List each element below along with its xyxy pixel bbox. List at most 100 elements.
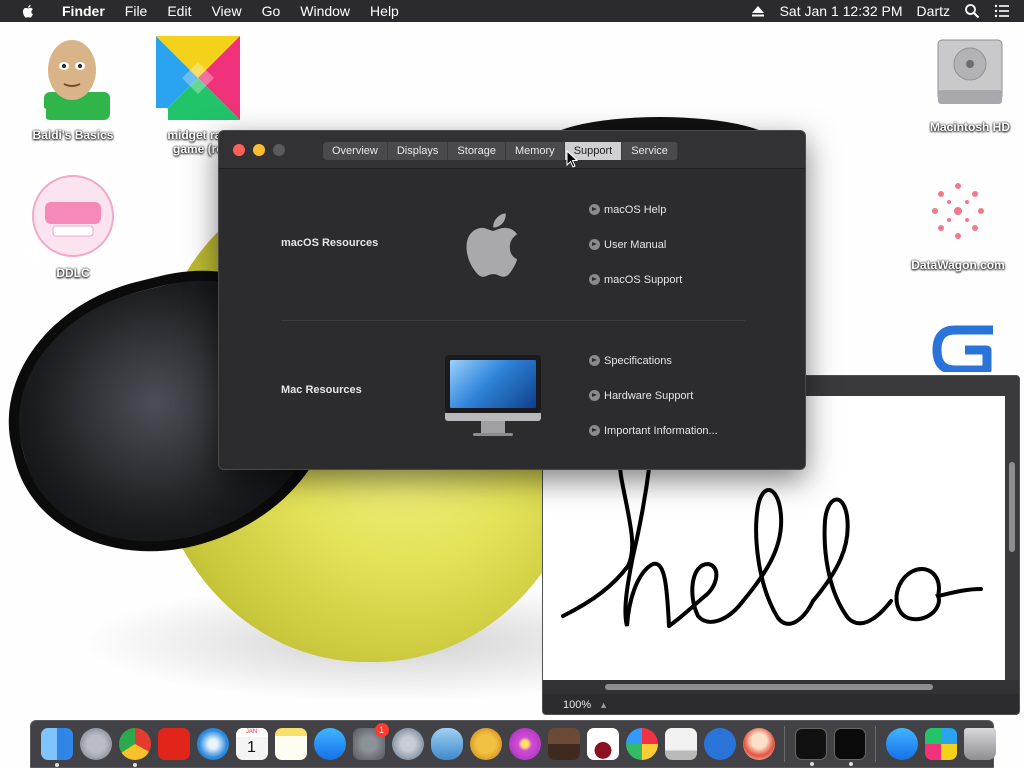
menu-window[interactable]: Window — [290, 3, 360, 19]
apple-menu-icon[interactable] — [20, 3, 36, 19]
macos-resources-title: macOS Resources — [281, 237, 379, 249]
trash-icon[interactable] — [963, 728, 996, 760]
calendar-day: 1 — [247, 739, 256, 756]
dock-app-store-2[interactable] — [885, 728, 918, 760]
about-this-mac-window: Overview Displays Storage Memory Support… — [218, 130, 806, 470]
macos-help-link[interactable]: macOS Help — [589, 192, 682, 227]
link-label: Specifications — [604, 354, 672, 367]
vertical-scrollbar[interactable] — [1005, 396, 1019, 680]
arrow-circle-icon — [589, 239, 600, 250]
horizontal-scrollbar[interactable] — [543, 680, 1019, 694]
menu-bar: Finder File Edit View Go Window Help Sat… — [0, 0, 1024, 22]
arrow-circle-icon — [589, 204, 600, 215]
macos-resources-links: macOS Help User Manual macOS Support — [589, 192, 682, 297]
dock-minecraft[interactable] — [547, 728, 580, 760]
close-button[interactable] — [233, 143, 245, 156]
drawing-status-bar: 100% ▲ — [543, 694, 1019, 714]
menu-help[interactable]: Help — [360, 3, 409, 19]
desktop-icon-gdevelop[interactable] — [918, 322, 1018, 375]
dock-separator — [784, 726, 785, 762]
menu-go[interactable]: Go — [252, 3, 291, 19]
gdevelop-icon — [929, 322, 1007, 375]
section-divider — [281, 320, 745, 321]
dock-launchpad[interactable] — [79, 728, 112, 760]
dock-cheetah[interactable] — [469, 728, 502, 760]
dock-activity-monitor[interactable] — [833, 728, 866, 766]
dock-terminal[interactable] — [794, 728, 827, 766]
tab-overview[interactable]: Overview — [323, 142, 388, 160]
mac-resources-links: Specifications Hardware Support Importan… — [589, 343, 718, 448]
minimize-button[interactable] — [253, 143, 265, 156]
link-label: Important Information... — [604, 424, 718, 437]
zoom-level[interactable]: 100% — [563, 699, 591, 711]
running-indicator — [809, 762, 814, 766]
dock-paintbrush[interactable] — [625, 728, 658, 760]
link-label: macOS Help — [604, 203, 667, 216]
desktop-icon-ddlc[interactable]: DDLC — [23, 174, 123, 280]
arrow-circle-icon — [589, 390, 600, 401]
tab-bar: Overview Displays Storage Memory Support… — [323, 142, 678, 160]
zoom-button[interactable] — [273, 143, 285, 156]
alias-arrow-icon — [29, 246, 43, 260]
dock-wine[interactable] — [586, 728, 619, 760]
spotlight-search-icon[interactable] — [964, 3, 980, 19]
alias-arrow-icon — [154, 108, 168, 122]
dock-app-store[interactable] — [313, 728, 346, 760]
desktop-icon-datawagon[interactable]: DataWagon.com — [908, 172, 1008, 272]
desktop-icon-macintosh-hd[interactable]: Macintosh HD — [920, 36, 1020, 134]
running-indicator — [54, 763, 59, 767]
running-indicator — [132, 763, 137, 767]
menu-clock[interactable]: Sat Jan 1 12:32 PM — [780, 3, 903, 19]
hard-drive-icon — [932, 36, 1008, 112]
link-label: Hardware Support — [604, 389, 694, 402]
dock-safari[interactable] — [196, 728, 229, 760]
dock-finder[interactable] — [40, 728, 73, 767]
menu-finder[interactable]: Finder — [52, 3, 115, 19]
desktop-icon-label: Baldi's Basics — [32, 128, 114, 142]
notification-badge: 1 — [374, 723, 389, 737]
desktop-icon-baldis-basics[interactable]: Baldi's Basics — [23, 36, 123, 142]
user-manual-link[interactable]: User Manual — [589, 227, 682, 262]
ddlc-icon — [29, 174, 115, 260]
arrow-circle-icon — [589, 274, 600, 285]
dock-notes[interactable] — [274, 728, 307, 760]
dock-character-app[interactable] — [742, 728, 775, 760]
desktop-icon-label: DDLC — [56, 266, 90, 280]
alias-arrow-icon — [32, 108, 46, 122]
dock-midget-game[interactable] — [924, 728, 957, 760]
zoom-stepper-icon[interactable]: ▲ — [599, 700, 608, 710]
game-icon — [154, 36, 240, 122]
dock-calendar[interactable]: JAN 1 — [235, 728, 268, 760]
tab-memory[interactable]: Memory — [506, 142, 565, 160]
hardware-support-link[interactable]: Hardware Support — [589, 378, 718, 413]
macos-support-link[interactable]: macOS Support — [589, 262, 682, 297]
specifications-link[interactable]: Specifications — [589, 343, 718, 378]
tab-service[interactable]: Service — [622, 142, 678, 160]
eject-icon[interactable] — [750, 3, 766, 19]
tab-storage[interactable]: Storage — [448, 142, 506, 160]
dock-sequel[interactable] — [430, 728, 463, 760]
tab-displays[interactable]: Displays — [388, 142, 449, 160]
dock-flower[interactable] — [508, 728, 541, 760]
baldi-icon — [32, 36, 112, 122]
menu-edit[interactable]: Edit — [157, 3, 201, 19]
dock-classic-mac[interactable] — [664, 728, 697, 760]
arrow-circle-icon — [589, 355, 600, 366]
menu-view[interactable]: View — [201, 3, 251, 19]
menu-bar-extras: Sat Jan 1 12:32 PM Dartz — [750, 3, 1024, 19]
menu-file[interactable]: File — [115, 3, 158, 19]
dock-system-preferences[interactable]: 1 — [352, 723, 389, 760]
dock-gdevelop[interactable] — [703, 728, 736, 760]
link-label: User Manual — [604, 238, 667, 251]
notification-center-icon[interactable] — [994, 3, 1010, 19]
dock-flipboard[interactable] — [157, 728, 190, 760]
mac-resources-title: Mac Resources — [281, 384, 362, 396]
dock-screenshot[interactable] — [391, 728, 424, 760]
datawagon-icon — [919, 172, 997, 250]
dock-separator — [875, 726, 876, 762]
dock-chrome[interactable] — [118, 728, 151, 767]
dock: JAN 1 1 — [30, 720, 996, 768]
menu-user[interactable]: Dartz — [917, 3, 950, 19]
arrow-circle-icon — [589, 425, 600, 436]
important-information-link[interactable]: Important Information... — [589, 413, 718, 448]
